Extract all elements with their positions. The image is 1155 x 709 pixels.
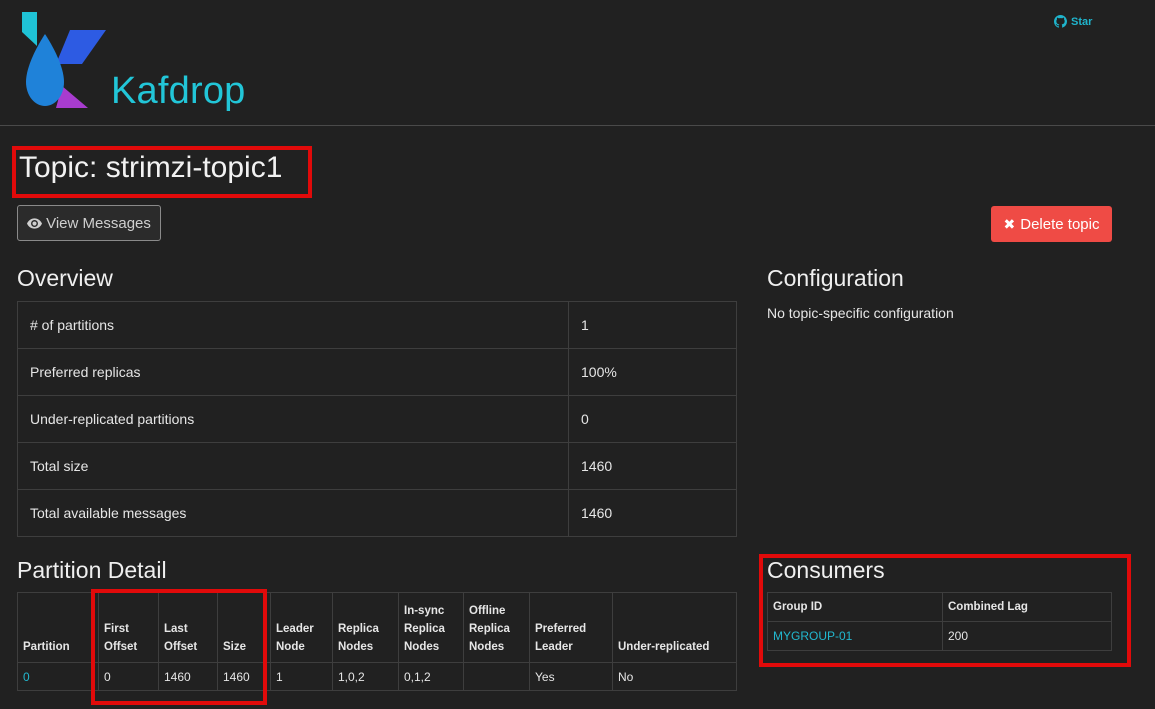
col-combined-lag: Combined Lag xyxy=(942,592,1112,622)
col-partition: Partition xyxy=(17,592,99,663)
col-replica-nodes: Replica Nodes xyxy=(332,592,399,663)
size-value: 1460 xyxy=(217,662,271,691)
col-offline-replica-nodes: Offline Replica Nodes xyxy=(463,592,530,663)
overview-heading: Overview xyxy=(17,265,113,291)
overview-label: # of partitions xyxy=(17,301,569,349)
overview-table: # of partitions 1 Preferred replicas 100… xyxy=(17,301,737,537)
col-leader-node: Leader Node xyxy=(270,592,333,663)
consumers-table: Group ID Combined Lag MYGROUP-01 200 xyxy=(767,592,1112,651)
table-header-row: Group ID Combined Lag xyxy=(767,592,1112,622)
brand-name[interactable]: Kafdrop xyxy=(111,70,246,113)
overview-label: Total size xyxy=(17,442,569,490)
table-row: Total available messages 1460 xyxy=(17,489,737,537)
partition-detail-heading: Partition Detail xyxy=(17,557,167,583)
partition-link[interactable]: 0 xyxy=(17,662,99,691)
last-offset-value: 1460 xyxy=(158,662,218,691)
col-insync-replica-nodes: In-sync Replica Nodes xyxy=(398,592,464,663)
kafdrop-logo-icon xyxy=(22,12,106,108)
first-offset-value: 0 xyxy=(98,662,159,691)
page-title: Topic: strimzi-topic1 xyxy=(19,151,283,184)
offline-replica-nodes-value xyxy=(463,662,530,691)
configuration-text: No topic-specific configuration xyxy=(767,305,954,321)
github-star-button[interactable]: Star xyxy=(1054,15,1092,28)
leader-node-value: 1 xyxy=(270,662,333,691)
table-row: Preferred replicas 100% xyxy=(17,348,737,396)
col-size: Size xyxy=(217,592,271,663)
consumer-group-link[interactable]: MYGROUP-01 xyxy=(767,621,943,651)
col-last-offset: Last Offset xyxy=(158,592,218,663)
table-row: 0 0 1460 1460 1 1,0,2 0,1,2 Yes No xyxy=(17,662,737,691)
delete-topic-label: Delete topic xyxy=(1020,215,1100,233)
view-messages-label: View Messages xyxy=(46,214,151,232)
configuration-heading: Configuration xyxy=(767,265,904,291)
under-replicated-value: No xyxy=(612,662,737,691)
overview-value: 1460 xyxy=(568,489,737,537)
partition-table: Partition First Offset Last Offset Size Le… xyxy=(17,592,737,691)
table-row: Under-replicated partitions 0 xyxy=(17,395,737,443)
col-preferred-leader: Preferred Leader xyxy=(529,592,613,663)
overview-value: 1 xyxy=(568,301,737,349)
col-first-offset: First Offset xyxy=(98,592,159,663)
eye-icon xyxy=(27,217,43,229)
app-header: Kafdrop Star xyxy=(0,0,1155,126)
insync-replica-nodes-value: 0,1,2 xyxy=(398,662,464,691)
view-messages-button[interactable]: View Messages xyxy=(17,205,161,241)
close-icon: ✖ xyxy=(1003,215,1016,232)
replica-nodes-value: 1,0,2 xyxy=(332,662,399,691)
overview-value: 0 xyxy=(568,395,737,443)
col-group-id: Group ID xyxy=(767,592,943,622)
table-row: MYGROUP-01 200 xyxy=(767,621,1112,651)
col-under-replicated: Under-replicated xyxy=(612,592,737,663)
overview-label: Under-replicated partitions xyxy=(17,395,569,443)
preferred-leader-value: Yes xyxy=(529,662,613,691)
overview-label: Total available messages xyxy=(17,489,569,537)
overview-value: 100% xyxy=(568,348,737,396)
combined-lag-value: 200 xyxy=(942,621,1112,651)
consumers-heading: Consumers xyxy=(767,557,885,583)
table-row: # of partitions 1 xyxy=(17,301,737,349)
github-icon xyxy=(1054,15,1067,28)
table-header-row: Partition First Offset Last Offset Size Le… xyxy=(17,592,737,663)
overview-label: Preferred replicas xyxy=(17,348,569,396)
delete-topic-button[interactable]: ✖ Delete topic xyxy=(991,206,1112,242)
table-row: Total size 1460 xyxy=(17,442,737,490)
star-label: Star xyxy=(1071,15,1093,28)
overview-value: 1460 xyxy=(568,442,737,490)
